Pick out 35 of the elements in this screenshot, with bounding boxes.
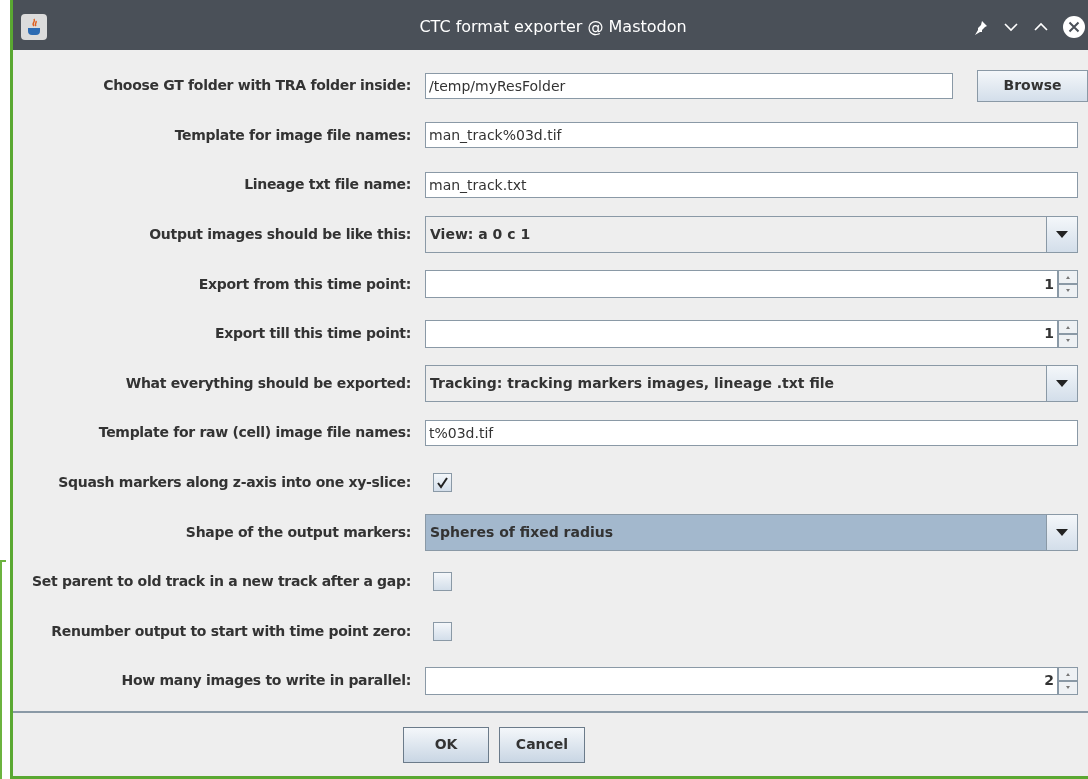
field-label: Squash markers along z-axis into one xy-slice: [57, 473, 411, 493]
spinner-arrows-icon[interactable] [1058, 319, 1078, 348]
cancel-button[interactable]: Cancel [499, 726, 585, 763]
field-label: Export from this time point: [197, 274, 411, 294]
number-field[interactable]: 1 [425, 319, 1058, 348]
field-label: How many images to write in parallel: [120, 671, 411, 691]
spinner-arrows-icon[interactable] [1058, 270, 1078, 299]
checkbox[interactable] [433, 621, 452, 641]
maximize-icon[interactable] [1033, 21, 1049, 32]
field-label: What everything should be exported: [124, 373, 411, 393]
text-field[interactable]: /temp/myResFolder [425, 72, 953, 99]
browse-button[interactable]: Browse [977, 69, 1088, 102]
field-label: Lineage txt file name: [243, 175, 411, 195]
field-label: Renumber output to start with time point zero: [50, 621, 411, 641]
field-label: Export till this time point: [213, 324, 411, 344]
checkbox[interactable] [433, 473, 452, 493]
field-label: Template for raw (cell) image file names: [97, 423, 411, 443]
checkbox[interactable] [433, 572, 452, 592]
spinner-arrows-icon[interactable] [1058, 666, 1078, 695]
text-field[interactable]: man_track.txt [425, 172, 1078, 198]
text-field[interactable]: t%03d.tif [425, 419, 1078, 446]
field-label: Shape of the output markers: [184, 522, 411, 542]
pin-icon[interactable] [973, 18, 989, 35]
close-icon[interactable] [1063, 15, 1085, 38]
ok-button[interactable]: OK [403, 726, 489, 763]
field-label: Set parent to old track in a new track after a gap: [31, 572, 411, 592]
field-label: Output images should be like this: [148, 225, 411, 245]
minimize-icon[interactable] [1003, 21, 1019, 32]
field-label: Choose GT folder with TRA folder inside: [102, 76, 411, 96]
field-label: Template for image file names: [173, 125, 411, 145]
number-field[interactable]: 2 [425, 666, 1058, 695]
app-icon [21, 13, 47, 40]
number-field[interactable]: 1 [425, 270, 1058, 299]
text-field[interactable]: man_track%03d.tif [425, 122, 1078, 149]
window-title: CTC format exporter @ Mastodon [418, 15, 688, 38]
